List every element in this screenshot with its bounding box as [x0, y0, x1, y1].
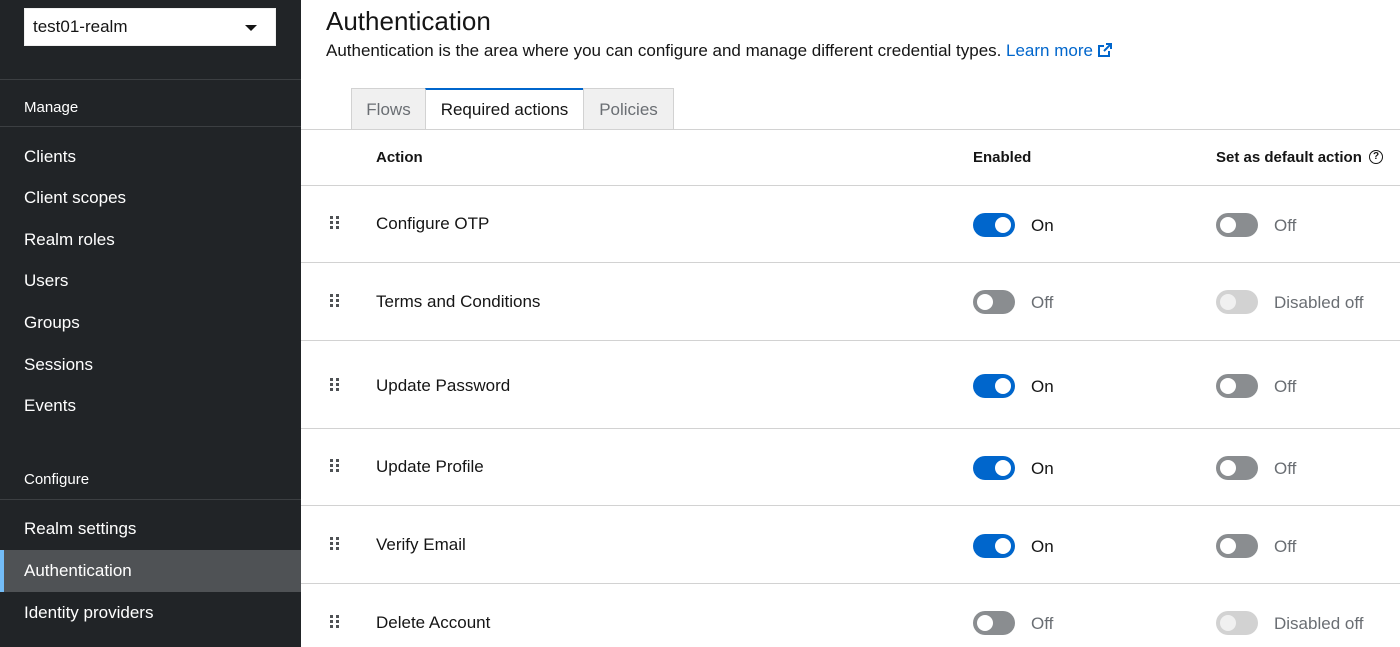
- sidebar-item-groups[interactable]: Groups: [0, 302, 301, 344]
- external-link-icon: [1097, 43, 1112, 57]
- tab-flows[interactable]: Flows: [351, 88, 426, 129]
- row-divider: [301, 428, 1400, 429]
- drag-handle-icon[interactable]: [330, 216, 342, 230]
- sidebar-item-authentication[interactable]: Authentication: [0, 550, 301, 592]
- enabled-toggle-label: Off: [1031, 614, 1054, 633]
- column-header-default-action: Set as default action: [1216, 149, 1362, 166]
- action-name: Update Password: [376, 376, 511, 395]
- drag-handle-icon[interactable]: [330, 378, 342, 392]
- toggle-knob: [995, 460, 1011, 476]
- toggle-knob: [977, 615, 993, 631]
- enabled-toggle[interactable]: [973, 374, 1015, 398]
- column-header-enabled: Enabled: [973, 149, 1032, 166]
- enabled-toggle-label: On: [1031, 537, 1054, 556]
- tab-required-actions[interactable]: Required actions: [425, 88, 584, 130]
- sidebar-item-realm-roles[interactable]: Realm roles: [0, 219, 301, 261]
- toggle-knob: [977, 294, 993, 310]
- toggle-knob: [1220, 217, 1236, 233]
- row-divider: [301, 505, 1400, 506]
- default-action-toggle[interactable]: [1216, 374, 1258, 398]
- default-action-toggle-label: Disabled off: [1274, 293, 1364, 312]
- default-action-toggle[interactable]: [1216, 456, 1258, 480]
- toggle-knob: [1220, 460, 1236, 476]
- main-content: Authentication Authentication is the are…: [301, 0, 1400, 647]
- default-action-toggle: [1216, 290, 1258, 314]
- toggle-knob: [995, 538, 1011, 554]
- page-description: Authentication is the area where you can…: [326, 41, 1002, 60]
- enabled-toggle-label: On: [1031, 377, 1054, 396]
- header-divider: [301, 185, 1400, 186]
- enabled-toggle-label: Off: [1031, 293, 1054, 312]
- sidebar: test01-realm Manage Clients Client scope…: [0, 0, 301, 647]
- default-action-toggle-label: Off: [1274, 537, 1297, 556]
- caret-down-icon: [245, 25, 257, 31]
- toggle-knob: [1220, 615, 1236, 631]
- enabled-toggle[interactable]: [973, 213, 1015, 237]
- enabled-toggle-label: On: [1031, 216, 1054, 235]
- row-divider: [301, 583, 1400, 584]
- sidebar-item-identity-providers[interactable]: Identity providers: [0, 592, 301, 634]
- default-action-toggle[interactable]: [1216, 213, 1258, 237]
- sidebar-divider: [0, 126, 301, 127]
- action-name: Verify Email: [376, 535, 466, 554]
- row-divider: [301, 340, 1400, 341]
- tab-policies[interactable]: Policies: [583, 88, 674, 129]
- default-action-toggle-label: Off: [1274, 377, 1297, 396]
- drag-handle-icon[interactable]: [330, 294, 342, 308]
- drag-handle-icon[interactable]: [330, 537, 342, 551]
- sidebar-item-sessions[interactable]: Sessions: [0, 344, 301, 386]
- section-title-configure: Configure: [24, 471, 90, 488]
- sidebar-divider: [0, 499, 301, 500]
- drag-handle-icon[interactable]: [330, 615, 342, 629]
- sidebar-item-realm-settings[interactable]: Realm settings: [0, 508, 301, 550]
- sidebar-divider: [0, 79, 301, 80]
- drag-handle-icon[interactable]: [330, 459, 342, 473]
- toggle-knob: [1220, 378, 1236, 394]
- action-name: Update Profile: [376, 457, 484, 476]
- section-title-manage: Manage: [24, 99, 79, 116]
- help-circle-icon[interactable]: ?: [1369, 150, 1383, 164]
- default-action-toggle-label: Off: [1274, 459, 1297, 478]
- learn-more-link[interactable]: Learn more: [1006, 41, 1113, 61]
- realm-name: test01-realm: [33, 17, 128, 36]
- enabled-toggle[interactable]: [973, 611, 1015, 635]
- sidebar-item-events[interactable]: Events: [0, 385, 301, 427]
- enabled-toggle-label: On: [1031, 459, 1054, 478]
- default-action-toggle[interactable]: [1216, 534, 1258, 558]
- sidebar-item-client-scopes[interactable]: Client scopes: [0, 177, 301, 219]
- toggle-knob: [1220, 294, 1236, 310]
- sidebar-item-users[interactable]: Users: [0, 260, 301, 302]
- page-title: Authentication: [326, 6, 491, 36]
- enabled-toggle[interactable]: [973, 456, 1015, 480]
- default-action-toggle-label: Off: [1274, 216, 1297, 235]
- learn-more-label: Learn more: [1006, 41, 1093, 60]
- enabled-toggle[interactable]: [973, 534, 1015, 558]
- row-divider: [301, 262, 1400, 263]
- sidebar-item-clients[interactable]: Clients: [0, 136, 301, 178]
- tabs-divider: [301, 129, 1400, 130]
- realm-selector[interactable]: test01-realm: [24, 8, 276, 46]
- enabled-toggle[interactable]: [973, 290, 1015, 314]
- action-name: Configure OTP: [376, 214, 490, 233]
- toggle-knob: [995, 217, 1011, 233]
- action-name: Terms and Conditions: [376, 292, 541, 311]
- action-name: Delete Account: [376, 613, 491, 632]
- default-action-toggle-label: Disabled off: [1274, 614, 1364, 633]
- toggle-knob: [995, 378, 1011, 394]
- toggle-knob: [1220, 538, 1236, 554]
- default-action-toggle: [1216, 611, 1258, 635]
- column-header-action: Action: [376, 149, 423, 166]
